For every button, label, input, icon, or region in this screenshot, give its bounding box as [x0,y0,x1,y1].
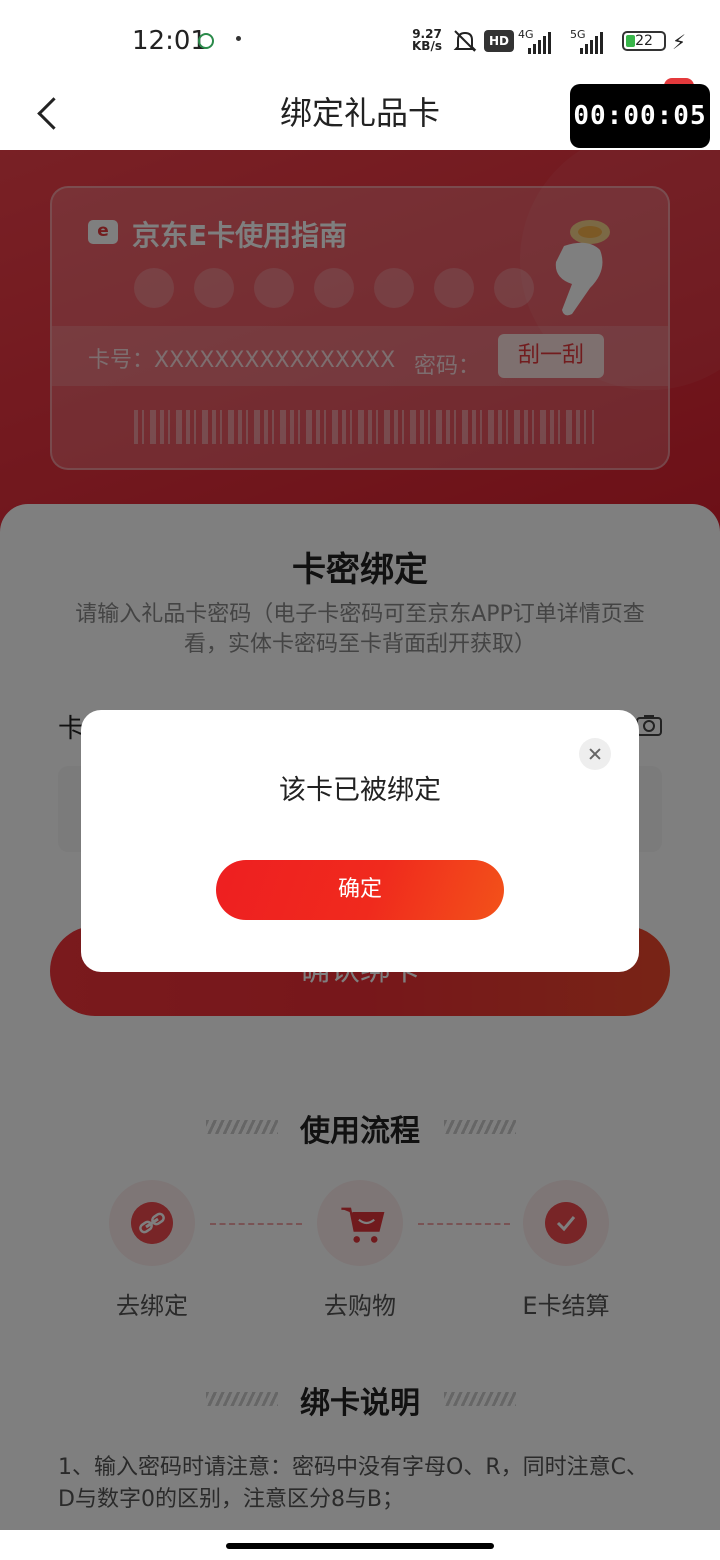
hd-icon: HD [484,30,514,52]
status-bar-top: 12:01 9.27 KB/s HD 4G 5G 22 ⚡ [0,0,720,78]
alert-dialog: 该卡已被绑定 确定 [81,710,639,972]
close-icon[interactable] [579,738,611,770]
signal-4g-icon: 4G [518,28,558,54]
dialog-message: 该卡已被绑定 [279,775,441,806]
charging-bolt-icon: ⚡ [672,30,687,54]
network-speed: 9.27 KB/s [412,28,442,52]
battery-level: 22 [635,33,653,49]
bell-muted-icon [453,30,477,52]
recording-timer: 00:00:05 [570,84,710,148]
notification-dot-icon [236,36,241,41]
battery-icon: 22 [622,31,666,51]
ok-button[interactable]: 确定 [216,860,504,920]
clock-app-icon [198,33,214,49]
status-time: 12:01 [132,26,207,56]
home-indicator[interactable] [226,1543,494,1549]
nav-header-top: 绑定礼品卡 00:00:05 [0,78,720,150]
signal-5g-icon: 5G [570,28,610,54]
network-speed-unit: KB/s [412,39,442,53]
